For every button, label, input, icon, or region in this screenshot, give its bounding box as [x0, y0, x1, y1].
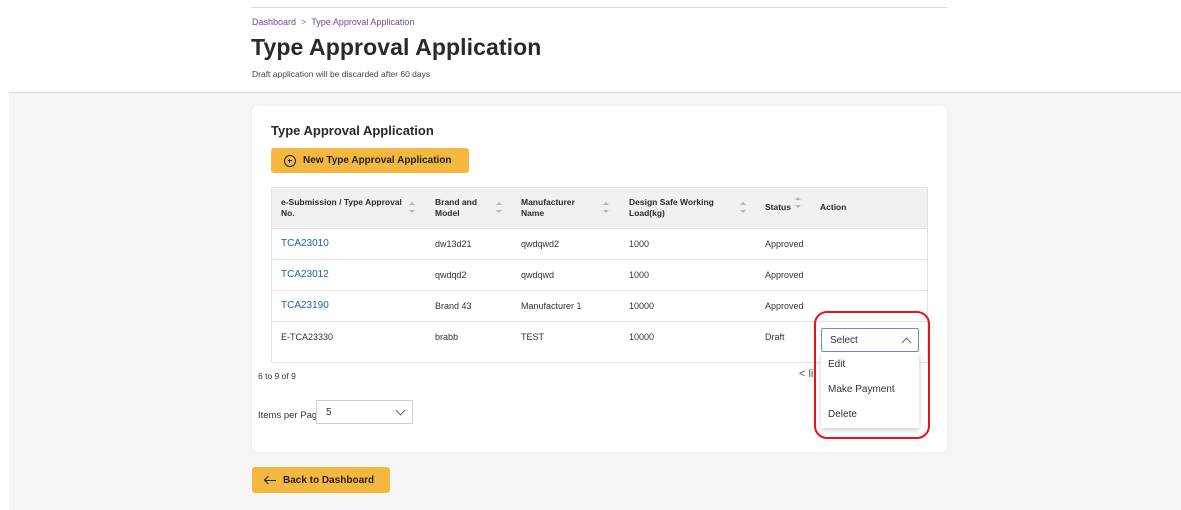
items-per-page-label: Items per Page: [258, 410, 326, 421]
submission-link[interactable]: TCA23012 [281, 269, 329, 280]
submission-link[interactable]: TCA23010 [281, 238, 329, 249]
arrow-left-icon [264, 475, 276, 485]
header-submission-no[interactable]: e-Submission / Type Approval No. [281, 197, 402, 219]
pagination-info: 6 to 9 of 9 [258, 371, 296, 381]
header-brand-model[interactable]: Brand and Model [435, 197, 477, 219]
header-load-line1: Design Safe Working [629, 197, 714, 207]
cell-status: Approved [765, 270, 804, 280]
table-row: TCA23012 qwdqd2 qwdqwd 1000 Approved [272, 260, 927, 291]
breadcrumb-dashboard-link[interactable]: Dashboard [252, 17, 296, 27]
back-to-dashboard-label: Back to Dashboard [283, 474, 375, 486]
cell-manufacturer: TEST [521, 332, 545, 342]
header-manufacturer[interactable]: Manufacturer Name [521, 197, 575, 219]
breadcrumb-current[interactable]: Type Approval Application [311, 17, 414, 27]
cell-brand: brabb [435, 332, 459, 342]
cell-load: 10000 [629, 301, 655, 311]
cell-status: Approved [765, 301, 804, 311]
header-status[interactable]: Status [765, 202, 791, 213]
header-submission-no-line1: e-Submission / Type Approval [281, 197, 402, 207]
table-row: TCA23010 dw13d21 qwdqwd2 1000 Approved [272, 229, 927, 260]
top-divider [251, 7, 947, 8]
header-working-load[interactable]: Design Safe Working Load(kg) [629, 197, 714, 219]
breadcrumb-separator: > [301, 17, 307, 27]
sort-icon[interactable] [603, 202, 609, 213]
header-load-line2: Load(kg) [629, 208, 665, 218]
breadcrumb: Dashboard > Type Approval Application [252, 17, 414, 27]
page-subtitle: Draft application will be discarded afte… [252, 69, 431, 79]
new-application-label: New Type Approval Application [303, 155, 452, 166]
cell-brand: qwdqd2 [435, 270, 467, 280]
items-per-page-select[interactable]: 5 [316, 400, 413, 424]
chevron-down-icon [395, 405, 406, 415]
header-divider [9, 92, 1181, 93]
header-brand-line2: Model [435, 208, 460, 218]
cell-status: Approved [765, 239, 804, 249]
header-action: Action [820, 202, 847, 212]
sort-icon[interactable] [496, 202, 502, 213]
pagination-prev-fragment[interactable]: < li [799, 368, 813, 380]
cell-load: 1000 [629, 239, 650, 249]
cell-manufacturer: qwdqwd [521, 270, 555, 280]
header-manufacturer-line1: Manufacturer [521, 197, 575, 207]
sort-icon[interactable] [795, 197, 801, 208]
back-to-dashboard-button[interactable]: Back to Dashboard [252, 467, 390, 493]
card-title: Type Approval Application [271, 123, 434, 138]
header-brand-line1: Brand and [435, 197, 478, 207]
cell-submission-no: E-TCA23330 [281, 332, 334, 342]
header-manufacturer-line2: Name [521, 208, 545, 218]
cell-brand: Brand 43 [435, 301, 472, 311]
cell-brand: dw13d21 [435, 239, 472, 249]
sort-icon[interactable] [409, 202, 415, 213]
items-per-page-value: 5 [326, 406, 332, 418]
cell-load: 1000 [629, 270, 650, 280]
page-title: Type Approval Application [251, 34, 542, 60]
cell-manufacturer: qwdqwd2 [521, 239, 560, 249]
header-submission-no-line2: No. [281, 208, 295, 218]
table-header: e-Submission / Type Approval No. Brand a… [272, 188, 927, 229]
new-application-button[interactable]: New Type Approval Application [271, 148, 469, 173]
plus-circle-icon [284, 154, 296, 167]
cell-manufacturer: Manufacturer 1 [521, 301, 582, 311]
sort-icon[interactable] [740, 202, 746, 213]
highlight-annotation [814, 311, 930, 439]
cell-status: Draft [765, 332, 785, 342]
cell-load: 10000 [629, 332, 655, 342]
submission-link[interactable]: TCA23190 [281, 300, 329, 311]
